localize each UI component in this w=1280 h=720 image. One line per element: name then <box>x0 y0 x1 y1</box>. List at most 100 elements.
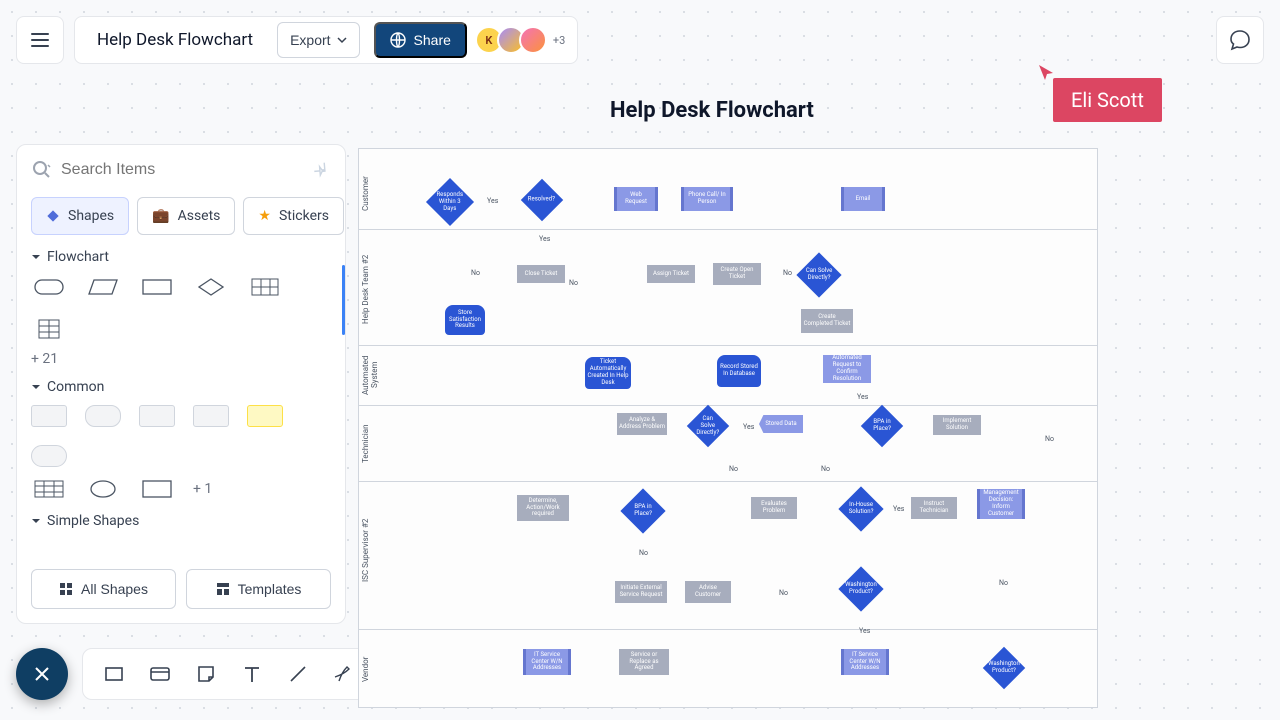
lane-label: Help Desk Team #2 <box>361 239 379 339</box>
node-process[interactable]: Instruct Technician <box>911 497 957 519</box>
edge-label: No <box>639 549 648 557</box>
group-common[interactable]: Common <box>31 379 331 395</box>
close-icon <box>32 664 52 684</box>
button-label: All Shapes <box>81 581 148 597</box>
lane-divider <box>359 405 1097 406</box>
caret-icon <box>31 516 41 526</box>
edge-label: No <box>821 465 830 473</box>
shapes-panel: Shapes 💼 Assets ★ Stickers Flowchart + 2… <box>16 144 346 624</box>
node-decision[interactable]: Washington Product? <box>983 647 1025 689</box>
tool-sticky[interactable] <box>193 661 219 687</box>
canvas-frame[interactable]: Customer Help Desk Team #2 Automated Sys… <box>358 148 1098 708</box>
canvas-title: Help Desk Flowchart <box>610 98 814 123</box>
button-label: Templates <box>238 581 302 597</box>
edge-label: No <box>729 465 738 473</box>
tab-label: Assets <box>178 208 221 224</box>
node-decision[interactable]: Can Solve Directly? <box>796 252 841 297</box>
shape-ellipse[interactable] <box>85 477 121 501</box>
node-decision[interactable]: Washington Product? <box>838 566 883 611</box>
lane-label: ISC Supervisor #2 <box>361 485 379 615</box>
shape-common[interactable] <box>31 445 67 467</box>
node-process[interactable]: Implement Solution <box>933 415 981 435</box>
node-process[interactable]: Determine, Action/Work required <box>517 495 569 521</box>
node-decision[interactable]: BPA in Place? <box>861 405 903 447</box>
tab-stickers[interactable]: ★ Stickers <box>243 197 344 235</box>
node-database[interactable]: Store Satisfaction Results <box>445 305 485 335</box>
shape-table[interactable] <box>247 275 283 299</box>
tab-label: Stickers <box>279 208 329 224</box>
node-process[interactable]: Advise Customer <box>685 581 731 603</box>
node-decision[interactable]: Responds Within 3 Days <box>426 178 474 226</box>
edge-label: Yes <box>893 505 904 513</box>
node-predefined[interactable]: Web Request <box>614 187 658 211</box>
node-decision[interactable]: In-House Solution? <box>838 486 883 531</box>
search-icon <box>31 159 53 181</box>
tab-assets[interactable]: 💼 Assets <box>137 197 235 235</box>
node-decision[interactable]: Can Solve Directly? <box>687 405 729 447</box>
node-decision[interactable]: Resolved? <box>521 179 563 221</box>
shape-diamond[interactable] <box>193 275 229 299</box>
shape-terminator[interactable] <box>31 275 67 299</box>
shape-sticky[interactable] <box>247 405 283 427</box>
shape-parallelogram[interactable] <box>85 275 121 299</box>
node-process[interactable]: Evaluates Problem <box>751 497 797 519</box>
templates-button[interactable]: Templates <box>186 569 331 609</box>
search-input[interactable] <box>61 161 305 179</box>
node-decision[interactable]: BPA in Place? <box>620 488 665 533</box>
shape-common[interactable] <box>193 405 229 427</box>
tool-text[interactable] <box>239 661 265 687</box>
group-simple[interactable]: Simple Shapes <box>31 513 331 529</box>
group-label: Common <box>47 379 104 395</box>
scrollbar[interactable] <box>342 265 345 335</box>
tool-line[interactable] <box>285 661 311 687</box>
shape-rect[interactable] <box>139 477 175 501</box>
tool-card[interactable] <box>147 661 173 687</box>
node-database[interactable]: Record Stored In Database <box>717 355 761 387</box>
common-more[interactable]: + 1 <box>193 481 212 497</box>
edge-label: Yes <box>859 627 870 635</box>
menu-icon <box>30 30 50 50</box>
node-process[interactable]: Automated Request to Confirm Resolution <box>823 355 871 383</box>
collaborator-avatars[interactable]: K +3 <box>481 26 565 54</box>
node-predefined[interactable]: Phone Call/ In Person <box>681 187 733 211</box>
comment-button[interactable] <box>1216 16 1264 64</box>
shape-common[interactable] <box>139 405 175 427</box>
group-flowchart[interactable]: Flowchart <box>31 249 331 265</box>
close-fab[interactable] <box>16 648 68 700</box>
shape-grid[interactable] <box>31 477 67 501</box>
chevron-down-icon <box>337 35 347 45</box>
all-shapes-button[interactable]: All Shapes <box>31 569 176 609</box>
menu-button[interactable] <box>16 16 64 64</box>
node-process[interactable]: Assign Ticket <box>647 265 695 283</box>
shape-table2[interactable] <box>31 317 67 341</box>
node-predefined[interactable]: Email <box>841 187 885 211</box>
node-process[interactable]: Initiate External Service Request <box>615 581 667 603</box>
node-predefined[interactable]: IT Service Center W/N Addresses <box>523 649 571 675</box>
edge-label: No <box>569 279 578 287</box>
node-process[interactable]: Analyze & Address Problem <box>617 413 667 435</box>
share-button[interactable]: Share <box>374 22 467 58</box>
node-process[interactable]: Create Completed Ticket <box>801 309 853 333</box>
tool-pen[interactable] <box>331 661 357 687</box>
edge-label: Yes <box>857 393 868 401</box>
tool-rectangle[interactable] <box>101 661 127 687</box>
flowchart-more[interactable]: + 21 <box>31 351 331 367</box>
more-avatars[interactable]: +3 <box>553 34 565 47</box>
node-predefined[interactable]: Management Decision: Inform Customer <box>977 489 1025 519</box>
export-button[interactable]: Export <box>277 22 359 58</box>
shape-common[interactable] <box>31 405 67 427</box>
avatar[interactable] <box>519 26 547 54</box>
shape-rectangle[interactable] <box>139 275 175 299</box>
node-database[interactable]: Ticket Automatically Created In Help Des… <box>585 357 631 389</box>
node-predefined[interactable]: IT Service Center W/N Addresses <box>841 649 889 675</box>
node-process[interactable]: Service or Replace as Agreed <box>619 649 669 675</box>
group-label: Simple Shapes <box>47 513 139 529</box>
shape-common[interactable] <box>85 405 121 427</box>
node-process[interactable]: Create Open Ticket <box>713 263 761 285</box>
node-data[interactable]: Stored Data <box>759 415 803 433</box>
node-process[interactable]: Close Ticket <box>517 265 565 283</box>
page-title[interactable]: Help Desk Flowchart <box>87 30 263 50</box>
tab-shapes[interactable]: Shapes <box>31 197 129 235</box>
pin-icon[interactable] <box>313 161 331 179</box>
lane-divider <box>359 481 1097 482</box>
